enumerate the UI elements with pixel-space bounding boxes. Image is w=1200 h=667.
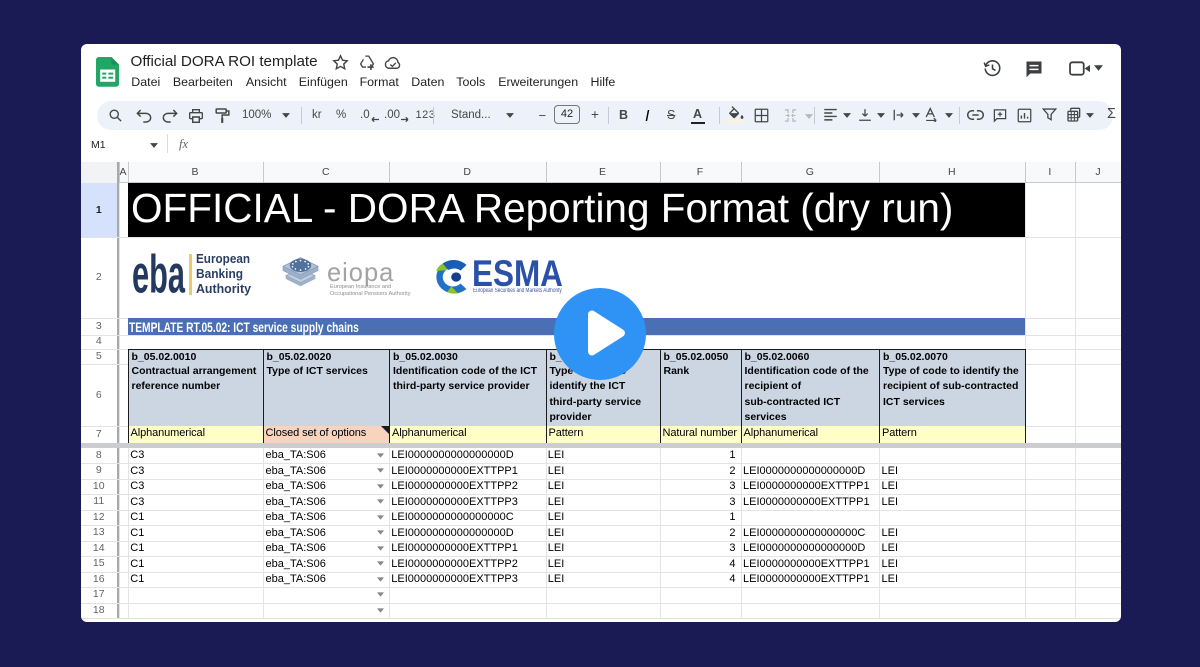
svg-text:Banking: Banking [196, 267, 243, 281]
svg-text:European: European [196, 252, 250, 266]
svg-text:eba: eba [132, 245, 186, 300]
svg-text:Authority: Authority [196, 282, 251, 296]
